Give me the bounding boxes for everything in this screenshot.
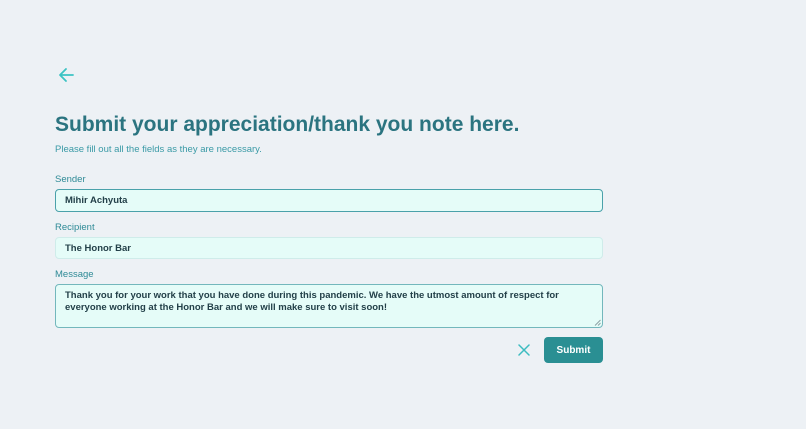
page-title: Submit your appreciation/thank you note … <box>55 113 520 136</box>
arrow-left-icon[interactable] <box>56 65 76 85</box>
sender-label: Sender <box>55 174 86 185</box>
resize-handle-icon[interactable] <box>594 319 601 326</box>
appreciation-form-page: Submit your appreciation/thank you note … <box>0 0 806 429</box>
close-icon[interactable] <box>518 344 530 356</box>
message-label: Message <box>55 269 94 280</box>
message-textarea[interactable]: Thank you for your work that you have do… <box>55 284 603 328</box>
recipient-input[interactable] <box>55 237 603 259</box>
submit-button[interactable]: Submit <box>544 337 603 363</box>
sender-input[interactable] <box>55 189 603 212</box>
recipient-label: Recipient <box>55 222 95 233</box>
page-subtitle: Please fill out all the fields as they a… <box>55 144 262 155</box>
